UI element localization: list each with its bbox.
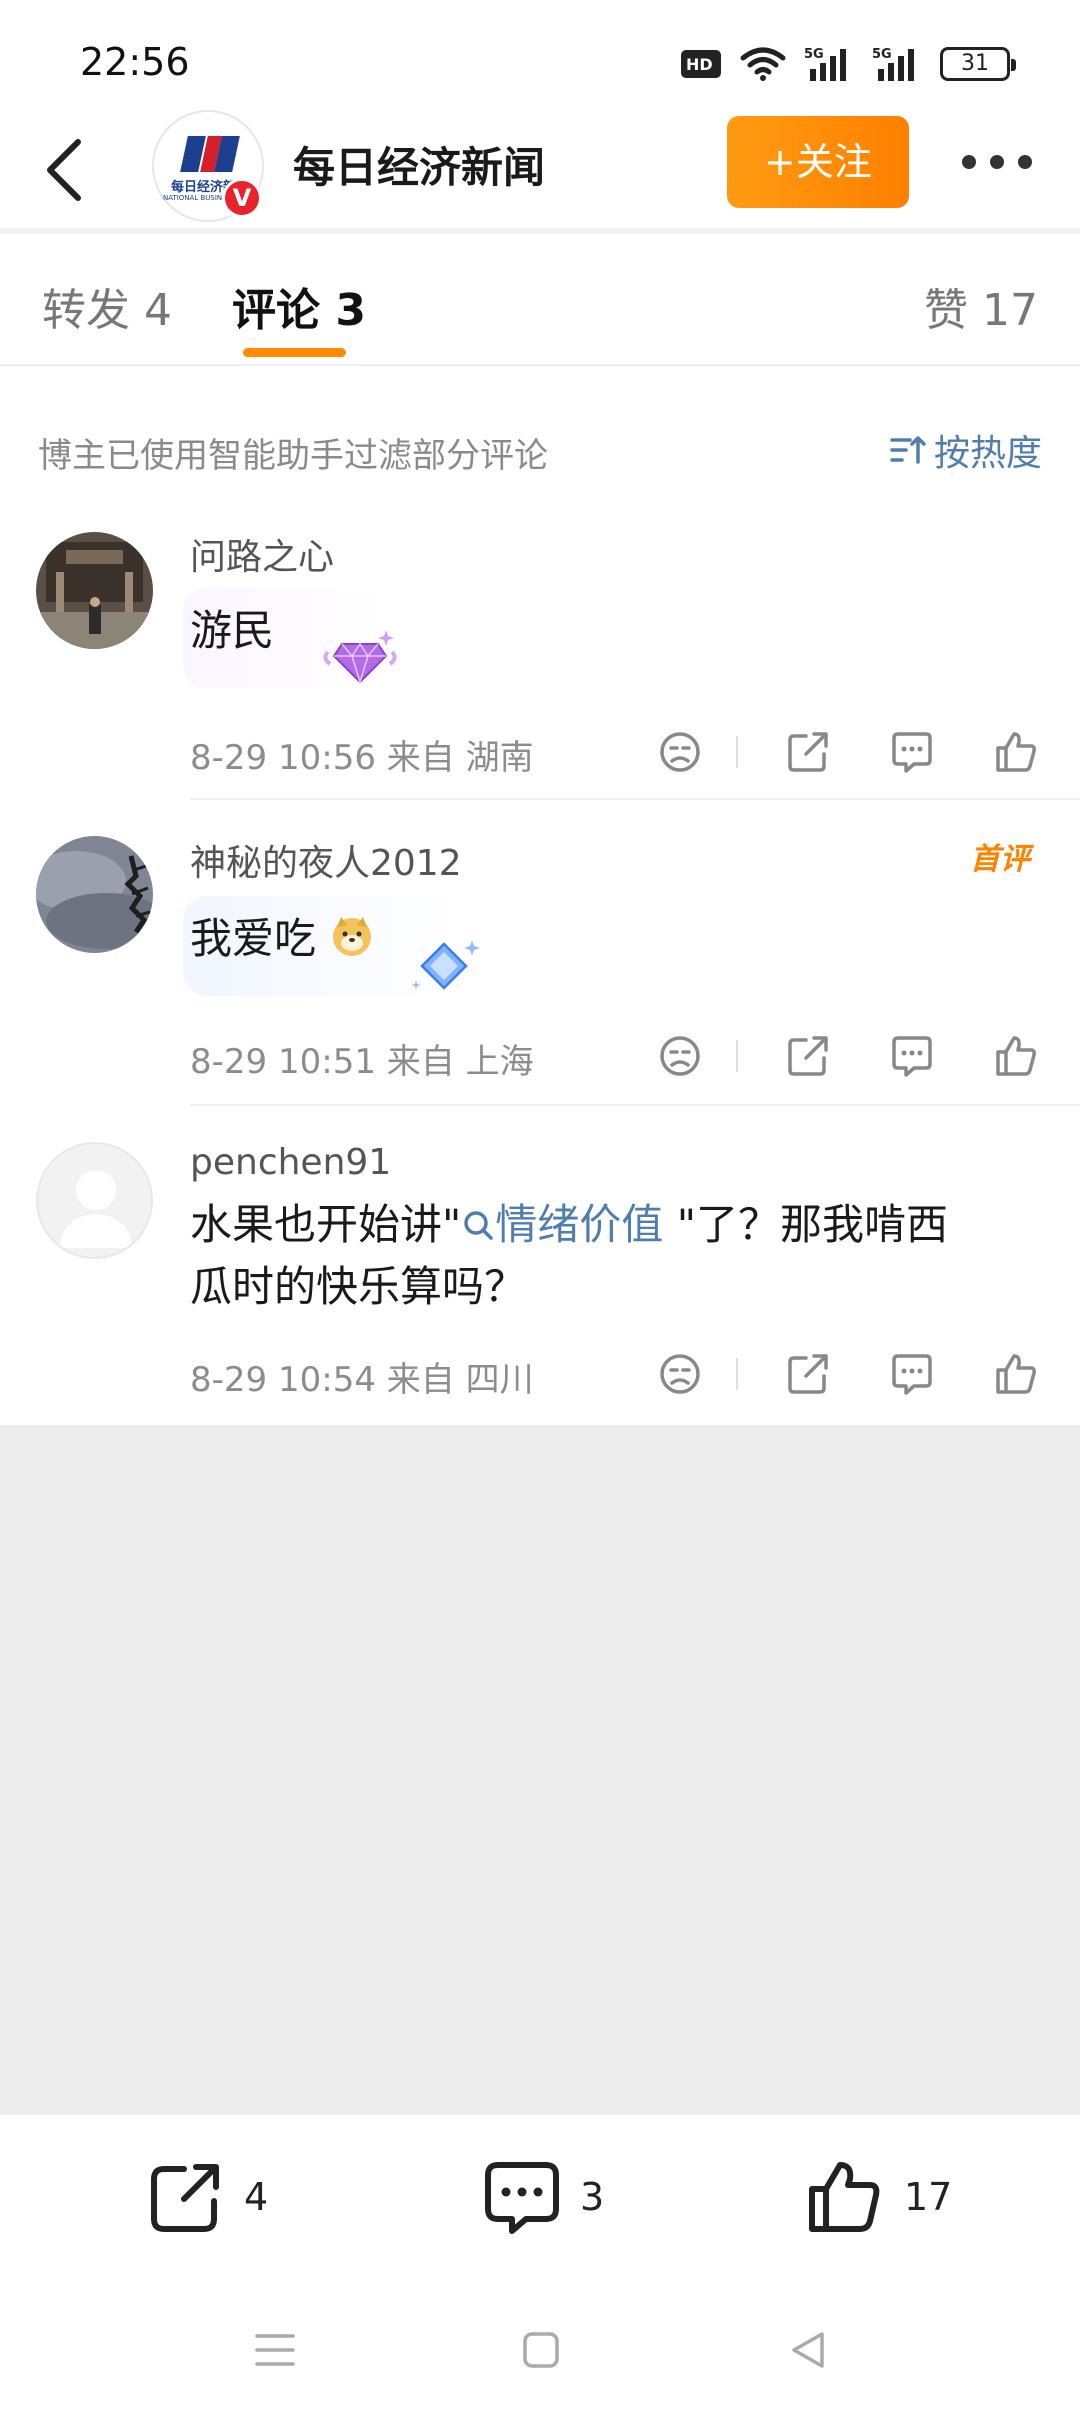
share-icon[interactable]: [780, 1346, 836, 1402]
bottom-action-bar: 4 3 17: [0, 2115, 1080, 2280]
follow-button[interactable]: +关注: [727, 116, 909, 208]
menu-icon[interactable]: [245, 2320, 305, 2380]
like-icon[interactable]: [988, 1028, 1044, 1084]
empty-background-area: [0, 1425, 1080, 2115]
sort-icon: [890, 436, 926, 464]
svg-text:HD: HD: [686, 55, 713, 74]
topic-text: 情绪价值: [495, 1200, 664, 1249]
comment-item: 神秘的夜人2012 首评 我爱吃 8-29 10:51 来自 上海: [0, 824, 1080, 1106]
status-icons: HD 5G 5G 31: [680, 42, 1016, 86]
dislike-face-icon[interactable]: [652, 1028, 708, 1084]
comment-meta: 8-29 10:56 来自 湖南: [190, 738, 534, 778]
home-square-icon[interactable]: [511, 2320, 571, 2380]
comment-item: 问路之心 游民 8-29 10:56 来自 湖南: [0, 520, 1080, 800]
comment-item: penchen91 水果也开始讲" 情绪价值 "了？那我啃西瓜时的快乐算吗？ 8-…: [0, 1130, 1080, 1425]
user-avatar[interactable]: [36, 1142, 153, 1259]
status-bar: 22:56 HD 5G 5G 31: [0, 0, 1080, 120]
status-time: 22:56: [80, 40, 190, 84]
verified-badge: V: [222, 178, 262, 218]
comment-divider: [190, 798, 1080, 800]
like-thumb-icon: [809, 2162, 880, 2232]
comment-icon: [485, 2162, 559, 2234]
reply-icon[interactable]: [884, 724, 940, 780]
default-user-avatar-icon: [60, 1170, 132, 1248]
comment-divider: [190, 1104, 1080, 1106]
5g-signal-icon: 5G: [804, 47, 846, 81]
comment-text-line2: 瓜时的快乐算吗？: [190, 1262, 527, 1311]
back-triangle-icon[interactable]: [778, 2320, 838, 2380]
header: 每日经济新闻 NATIONAL BUSINESS DAILY V 每日经济新闻 …: [0, 110, 1080, 230]
topic-link[interactable]: 情绪价值: [461, 1200, 663, 1249]
battery-icon: 31: [940, 47, 1016, 81]
tab-likes[interactable]: 赞 17: [924, 274, 1038, 338]
comment-text-before: 水果也开始讲": [190, 1200, 462, 1249]
share-icon[interactable]: [780, 724, 836, 780]
logo-mark: [180, 136, 240, 172]
comment-text: 我爱吃: [190, 908, 375, 970]
comment-text: 游民: [190, 606, 275, 655]
dislike-face-icon[interactable]: [652, 724, 708, 780]
more-dot-icon: [962, 155, 976, 169]
reply-icon[interactable]: [884, 1028, 940, 1084]
search-icon: [464, 1211, 494, 1240]
doge-emoji-icon: [333, 917, 372, 956]
battery-level: 31: [961, 51, 989, 76]
reply-icon[interactable]: [884, 1346, 940, 1402]
action-separator: [736, 1040, 738, 1072]
comment-text: 水果也开始讲" 情绪价值 "了？那我啃西瓜时的快乐算吗？: [190, 1194, 1050, 1318]
comment-meta: 8-29 10:51 来自 上海: [190, 1042, 534, 1082]
comment-username[interactable]: 问路之心: [190, 528, 334, 580]
action-separator: [736, 736, 738, 768]
purple-gem-badge-icon: [323, 630, 397, 685]
like-button[interactable]: 17: [806, 2157, 952, 2237]
user-avatar[interactable]: [36, 532, 153, 649]
tab-bar: 转发 4 评论 3 赞 17: [0, 236, 1080, 366]
like-count: 17: [904, 2175, 953, 2219]
back-arrow-icon: [47, 139, 81, 201]
wifi-icon: [740, 47, 786, 81]
back-button[interactable]: [36, 130, 96, 210]
like-icon[interactable]: [988, 724, 1044, 780]
header-divider: [0, 228, 1080, 234]
like-icon[interactable]: [988, 1346, 1044, 1402]
action-separator: [736, 1358, 738, 1390]
night-sky-photo-avatar: [36, 836, 153, 953]
first-comment-badge: 首评: [970, 842, 1030, 877]
comment-meta: 8-29 10:54 来自 四川: [190, 1360, 534, 1400]
comment-button[interactable]: 3: [482, 2157, 604, 2237]
comment-username[interactable]: penchen91: [190, 1142, 391, 1183]
more-dot-icon: [1018, 155, 1032, 169]
comment-count: 3: [580, 2175, 605, 2219]
active-tab-indicator: [243, 348, 346, 357]
more-options-button[interactable]: [962, 150, 1032, 174]
dislike-face-icon[interactable]: [652, 1346, 708, 1402]
account-name[interactable]: 每日经济新闻: [293, 134, 545, 195]
sort-by-hot-button[interactable]: 按热度: [890, 424, 1042, 476]
sort-label: 按热度: [933, 433, 1042, 474]
system-nav-bar: [0, 2280, 1080, 2414]
repost-count: 4: [244, 2175, 269, 2219]
5g-signal-icon: 5G: [872, 47, 914, 81]
blue-gem-badge-icon: [411, 940, 480, 990]
filter-note: 博主已使用智能助手过滤部分评论: [38, 436, 548, 476]
comment-actions: [640, 1346, 1050, 1402]
comment-username[interactable]: 神秘的夜人2012: [190, 834, 462, 886]
hd-voice-icon: HD: [681, 50, 721, 78]
tab-comments[interactable]: 评论 3: [232, 274, 366, 338]
more-dot-icon: [990, 155, 1004, 169]
share-icon[interactable]: [780, 1028, 836, 1084]
svg-text:5G: 5G: [872, 47, 892, 62]
building-photo-avatar: [36, 532, 153, 649]
repost-button[interactable]: 4: [146, 2157, 268, 2237]
comment-actions: [640, 724, 1050, 780]
comment-text-after: "了？那我啃西: [663, 1200, 949, 1249]
user-avatar[interactable]: [36, 836, 153, 953]
comment-text-content: 我爱吃: [190, 914, 317, 963]
svg-text:5G: 5G: [804, 47, 824, 62]
repost-icon: [151, 2164, 219, 2232]
comment-actions: [640, 1028, 1050, 1084]
tab-repost[interactable]: 转发 4: [42, 274, 172, 338]
